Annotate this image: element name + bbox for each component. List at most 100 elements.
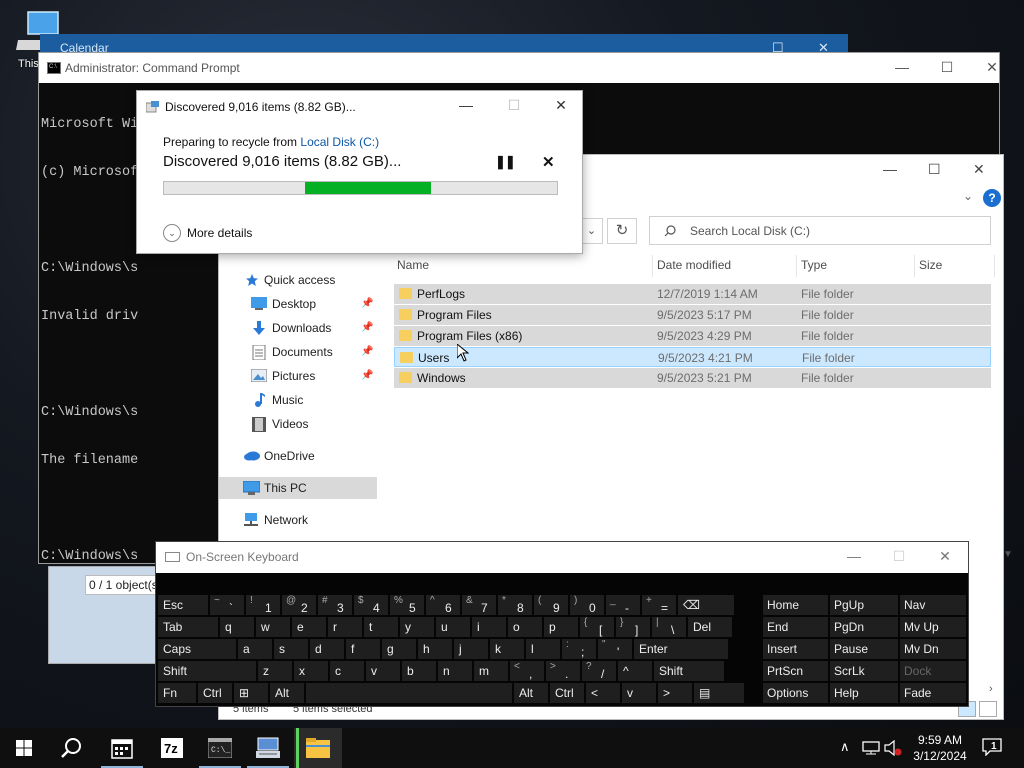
osk-key[interactable]: Home: [763, 595, 828, 615]
dialog-close-button[interactable]: ✕: [549, 97, 573, 114]
osk-key[interactable]: >.: [546, 661, 580, 681]
nav-videos[interactable]: Videos: [219, 413, 377, 435]
osk-key[interactable]: Caps: [158, 639, 236, 659]
osk-key[interactable]: Ctrl: [550, 683, 584, 703]
osk-key[interactable]: PrtScn: [763, 661, 828, 681]
search-box[interactable]: Search Local Disk (C:): [649, 216, 991, 245]
osk-key[interactable]: * 8: [498, 595, 532, 615]
refresh-button[interactable]: ↻: [607, 218, 637, 244]
taskbar-7zip[interactable]: 7z: [148, 728, 196, 768]
address-dropdown-button[interactable]: ⌄: [581, 218, 603, 244]
osk-key[interactable]: Fade: [900, 683, 966, 703]
network-status-icon[interactable]: [862, 741, 880, 755]
explorer-minimize-button[interactable]: —: [883, 161, 897, 177]
osk-key[interactable]: e: [292, 617, 326, 637]
osk-key[interactable]: [306, 683, 512, 703]
help-button[interactable]: ?: [983, 189, 1001, 207]
osk-key[interactable]: n: [438, 661, 472, 681]
cancel-operation-button[interactable]: ✕: [542, 153, 555, 171]
osk-key[interactable]: <,: [510, 661, 544, 681]
osk-key[interactable]: j: [454, 639, 488, 659]
osk-key[interactable]: Tab: [158, 617, 218, 637]
location-link[interactable]: Local Disk (C:): [300, 135, 379, 149]
cmd-titlebar[interactable]: C:\ Administrator: Command Prompt — ☐ ✕: [39, 53, 999, 83]
start-button[interactable]: [0, 728, 48, 768]
show-hidden-icons-chevron-icon[interactable]: ∧: [840, 739, 850, 755]
osk-key[interactable]: ? /: [582, 661, 616, 681]
system-clock[interactable]: 9:59 AM 3/12/2024: [905, 732, 975, 764]
osk-key[interactable]: ▤: [694, 683, 744, 703]
recycle-progress-dialog[interactable]: Discovered 9,016 items (8.82 GB)... — ☐ …: [136, 90, 583, 254]
osk-key[interactable]: v: [622, 683, 656, 703]
taskbar-network-app[interactable]: [244, 728, 292, 768]
osk-key[interactable]: g: [382, 639, 416, 659]
scroll-right-icon[interactable]: ›: [989, 683, 993, 695]
file-row[interactable]: Windows 9/5/2023 5:21 PM File folder: [394, 368, 991, 388]
osk-key[interactable]: k: [490, 639, 524, 659]
column-header-type[interactable]: Type: [797, 255, 915, 277]
osk-key[interactable]: _ -: [606, 595, 640, 615]
osk-key[interactable]: z: [258, 661, 292, 681]
osk-key[interactable]: t: [364, 617, 398, 637]
file-row[interactable]: Users 9/5/2023 4:21 PM File folder: [394, 344, 991, 367]
osk-key[interactable]: Insert: [763, 639, 828, 659]
on-screen-keyboard-window[interactable]: On-Screen Keyboard — ☐ ✕ Esc ~ `! 1 @2 #3 $4% 5…: [155, 541, 969, 707]
osk-key[interactable]: Del: [688, 617, 732, 637]
osk-key[interactable]: f: [346, 639, 380, 659]
osk-key[interactable]: Pause: [830, 639, 898, 659]
nav-quick-access[interactable]: Quick access: [219, 269, 377, 291]
osk-key[interactable]: Nav: [900, 595, 966, 615]
column-header-name[interactable]: Name: [393, 255, 653, 277]
osk-key[interactable]: v: [366, 661, 400, 681]
osk-key[interactable]: x: [294, 661, 328, 681]
osk-key[interactable]: ^ 6: [426, 595, 460, 615]
ribbon-expand-chevron-icon[interactable]: ⌄: [963, 189, 973, 203]
osk-key[interactable]: i: [472, 617, 506, 637]
pause-button[interactable]: ❚❚: [495, 154, 516, 170]
nav-music[interactable]: Music: [219, 389, 377, 411]
nav-network[interactable]: Network: [219, 509, 377, 531]
osk-key[interactable]: ) 0: [570, 595, 604, 615]
osk-key[interactable]: y: [400, 617, 434, 637]
taskbar-command-prompt[interactable]: C:\_: [196, 728, 244, 768]
osk-key[interactable]: #3: [318, 595, 352, 615]
file-row[interactable]: Program Files (x86) 9/5/2023 4:29 PM Fil…: [394, 326, 991, 346]
osk-key[interactable]: m: [474, 661, 508, 681]
cmd-close-button[interactable]: ✕: [977, 59, 1007, 76]
osk-key[interactable]: Shift: [654, 661, 724, 681]
osk-key[interactable]: Help: [830, 683, 898, 703]
osk-titlebar[interactable]: On-Screen Keyboard — ☐ ✕: [156, 542, 968, 573]
osk-key[interactable]: Esc: [158, 595, 208, 615]
explorer-maximize-button[interactable]: ☐: [928, 161, 941, 178]
taskbar-file-explorer[interactable]: [294, 728, 342, 768]
osk-key[interactable]: Mv Up: [900, 617, 966, 637]
osk-key[interactable]: h: [418, 639, 452, 659]
volume-muted-icon[interactable]: [884, 740, 902, 756]
column-header-date[interactable]: Date modified: [653, 255, 797, 277]
osk-key[interactable]: Shift: [158, 661, 256, 681]
osk-key[interactable]: PgUp: [830, 595, 898, 615]
osk-key[interactable]: c: [330, 661, 364, 681]
osk-key[interactable]: ~ `: [210, 595, 244, 615]
osk-key[interactable]: Alt: [270, 683, 304, 703]
osk-key[interactable]: u: [436, 617, 470, 637]
osk-key[interactable]: <: [586, 683, 620, 703]
osk-key[interactable]: " ': [598, 639, 632, 659]
osk-key[interactable]: ScrLk: [830, 661, 898, 681]
osk-key[interactable]: p: [544, 617, 578, 637]
osk-key[interactable]: o: [508, 617, 542, 637]
column-header-size[interactable]: Size: [915, 255, 995, 277]
osk-key[interactable]: ^: [618, 661, 652, 681]
nav-onedrive[interactable]: OneDrive: [219, 445, 377, 467]
file-row[interactable]: Program Files 9/5/2023 5:17 PM File fold…: [394, 305, 991, 325]
osk-key[interactable]: | \: [652, 617, 686, 637]
nav-pictures[interactable]: Pictures 📌: [219, 365, 377, 387]
osk-key[interactable]: (9: [534, 595, 568, 615]
osk-key[interactable]: Fn: [158, 683, 196, 703]
nav-desktop[interactable]: Desktop 📌: [219, 293, 377, 315]
taskbar-calendar[interactable]: [98, 728, 146, 768]
osk-key[interactable]: s: [274, 639, 308, 659]
osk-key[interactable]: r: [328, 617, 362, 637]
osk-key[interactable]: ! 1: [246, 595, 280, 615]
osk-key[interactable]: End: [763, 617, 828, 637]
